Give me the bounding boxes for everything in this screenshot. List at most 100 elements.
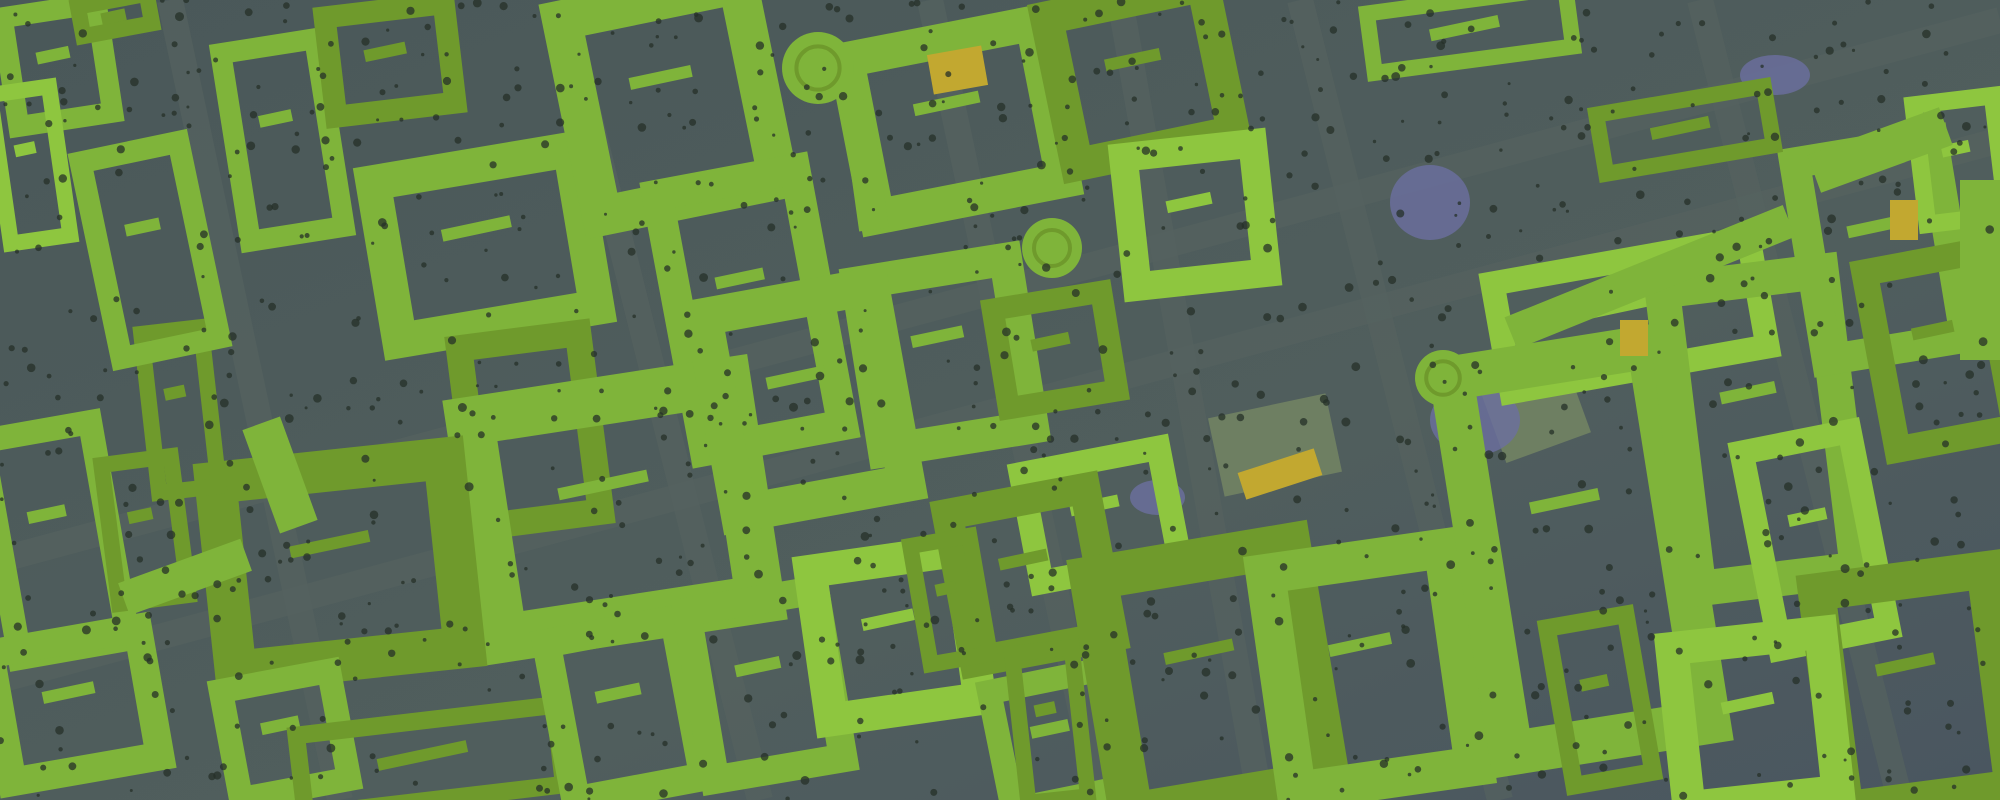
tree [344, 638, 351, 645]
tree [1456, 243, 1462, 248]
tree [244, 8, 253, 17]
tree [291, 145, 300, 154]
tree [319, 72, 327, 80]
tree [1574, 683, 1583, 692]
tree [838, 92, 848, 101]
tree [486, 312, 492, 318]
tree [825, 3, 834, 11]
tree [246, 141, 256, 151]
tree [1800, 506, 1810, 515]
tree [1489, 586, 1493, 590]
tree [827, 657, 835, 665]
tree [905, 604, 909, 608]
tree [316, 103, 325, 111]
tree [655, 87, 661, 93]
tree [1506, 784, 1512, 791]
tree [1113, 270, 1121, 278]
tree [594, 755, 601, 763]
tree [822, 66, 827, 71]
tree [649, 43, 654, 48]
tree [1630, 365, 1637, 372]
tree [1745, 383, 1753, 390]
tree [544, 787, 551, 794]
tree [1966, 606, 1971, 611]
tree [742, 421, 747, 426]
tree [1647, 633, 1656, 641]
tree [1770, 132, 1780, 141]
tree [329, 156, 335, 161]
tree [1659, 31, 1664, 37]
elevation-map[interactable] [0, 0, 2000, 800]
tree [1110, 631, 1118, 639]
tree [78, 29, 88, 38]
tree [45, 120, 53, 128]
tree [860, 532, 870, 541]
tree [1840, 598, 1850, 608]
tree [1762, 529, 1770, 537]
tree [367, 602, 371, 606]
tree [1572, 742, 1580, 750]
tree [328, 40, 334, 47]
tree [664, 387, 672, 395]
tree [514, 66, 520, 72]
tree [1049, 647, 1054, 652]
tree [1950, 496, 1958, 504]
tree [1326, 733, 1330, 737]
tree [709, 635, 718, 644]
tree [1318, 87, 1323, 93]
tree [585, 596, 594, 604]
tree [68, 762, 77, 771]
tree [1419, 537, 1423, 541]
tree [858, 364, 868, 373]
tree [1134, 66, 1139, 70]
tree [457, 403, 467, 412]
tree [1030, 446, 1038, 454]
tree [1897, 644, 1902, 650]
tree [1031, 422, 1040, 431]
tree [740, 201, 748, 209]
tree [1372, 139, 1377, 144]
tree [590, 507, 598, 515]
tree [116, 145, 125, 154]
tree [213, 57, 219, 63]
tree [833, 6, 841, 13]
tree [1161, 226, 1166, 230]
tree [289, 776, 293, 780]
tree [898, 577, 904, 583]
tree [1930, 537, 1939, 546]
tree [169, 708, 175, 714]
tree [234, 236, 241, 243]
tree [1549, 116, 1554, 121]
tree [903, 142, 913, 151]
tree [1561, 403, 1568, 411]
tree [1005, 244, 1011, 251]
tree [845, 14, 854, 23]
tree [928, 289, 933, 294]
tree [318, 774, 324, 780]
tree [284, 414, 294, 423]
tree [550, 466, 555, 471]
tree [916, 142, 921, 147]
tree [397, 419, 403, 425]
tree [464, 482, 474, 492]
tree [970, 203, 979, 212]
tree [1143, 469, 1149, 475]
tree [1928, 3, 1935, 10]
tree [524, 567, 528, 571]
tree [1071, 289, 1080, 297]
tree [1715, 253, 1724, 262]
tree [1243, 196, 1248, 201]
tree [1311, 113, 1320, 122]
tree [58, 747, 63, 752]
tree [990, 422, 997, 430]
tree [920, 530, 927, 538]
tree [820, 177, 826, 183]
tree [1973, 390, 1979, 396]
tree [145, 611, 152, 619]
tree [707, 414, 714, 422]
tree [46, 373, 52, 379]
tree [1797, 517, 1801, 521]
tree [541, 765, 547, 772]
tree [25, 21, 31, 27]
tree [372, 478, 376, 482]
